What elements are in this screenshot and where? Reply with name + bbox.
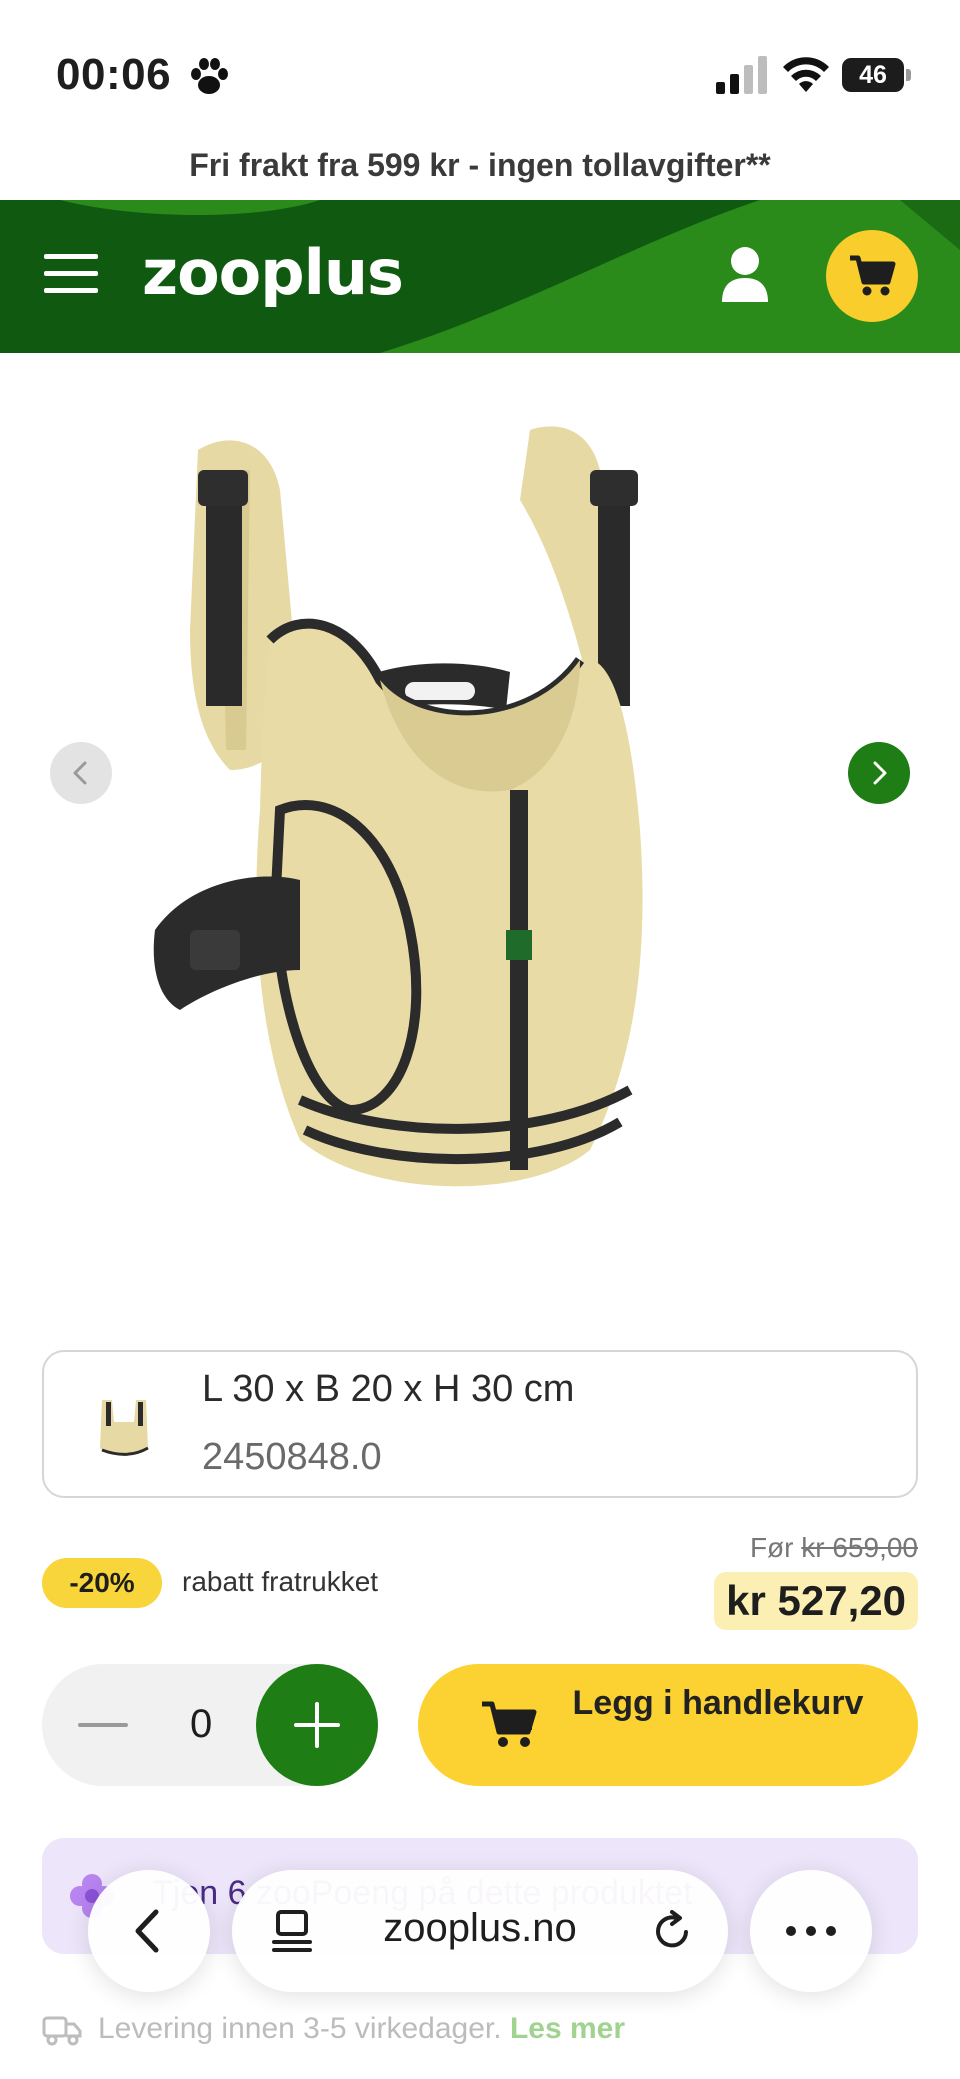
header-cart-button[interactable] [826, 230, 918, 322]
cart-icon [482, 1701, 537, 1747]
quantity-value[interactable]: 0 [190, 1702, 212, 1747]
add-to-cart-label: Legg i handlekurv [572, 1684, 864, 1722]
add-to-cart-button[interactable]: Legg i handlekurv [418, 1664, 918, 1786]
delivery-info: Levering innen 3-5 virkedager. Les mer [98, 2012, 625, 2046]
current-price: kr 527,20 [714, 1572, 918, 1630]
variant-sku: 2450848.0 [202, 1436, 382, 1478]
browser-back-button[interactable] [88, 1870, 210, 1992]
battery-level: 46 [842, 58, 904, 92]
cart-icon [850, 255, 896, 296]
shipping-banner[interactable]: Fri frakt fra 599 kr - ingen tollavgifte… [0, 140, 960, 200]
hamburger-menu-icon[interactable] [44, 254, 98, 294]
zooplus-logo[interactable]: zooplus [142, 236, 404, 309]
image-prev-button[interactable] [50, 742, 112, 804]
quantity-increase-button[interactable] [256, 1664, 378, 1786]
variant-size: L 30 x B 20 x H 30 cm [202, 1368, 575, 1410]
wifi-icon [783, 57, 829, 92]
more-icon [786, 1926, 836, 1936]
user-account-icon[interactable] [720, 246, 770, 302]
plus-icon [294, 1702, 340, 1748]
reload-icon[interactable] [652, 1910, 694, 1952]
chevron-right-icon [873, 761, 887, 785]
discount-badge: -20% [42, 1558, 162, 1608]
price-before-value: kr 659,00 [801, 1532, 918, 1563]
variant-selector[interactable]: L 30 x B 20 x H 30 cm 2450848.0 [42, 1350, 918, 1498]
status-bar: 00:06 46 [0, 0, 960, 130]
truck-icon [42, 2016, 82, 2046]
cellular-signal-icon [716, 56, 767, 94]
price-before: Før kr 659,00 [750, 1532, 918, 1564]
variant-thumbnail [100, 1400, 149, 1456]
chevron-left-icon [73, 761, 87, 785]
quantity-stepper: 0 [42, 1664, 378, 1786]
quantity-decrease-button[interactable] [78, 1704, 128, 1746]
product-image-dog-backpack[interactable] [150, 410, 770, 1230]
price-before-label: Før [749, 1532, 794, 1563]
chevron-left-icon [135, 1909, 159, 1953]
delivery-text: Levering innen 3-5 virkedager. [98, 2012, 502, 2045]
image-next-button[interactable] [848, 742, 910, 804]
battery-icon: 46 [842, 58, 912, 92]
browser-address-bar[interactable]: zooplus.no [232, 1870, 728, 1992]
status-time: 00:06 [56, 50, 172, 99]
discount-text: rabatt fratrukket [182, 1566, 379, 1597]
browser-more-button[interactable] [750, 1870, 872, 1992]
delivery-read-more-link[interactable]: Les mer [510, 2012, 625, 2045]
paw-icon [191, 58, 228, 94]
